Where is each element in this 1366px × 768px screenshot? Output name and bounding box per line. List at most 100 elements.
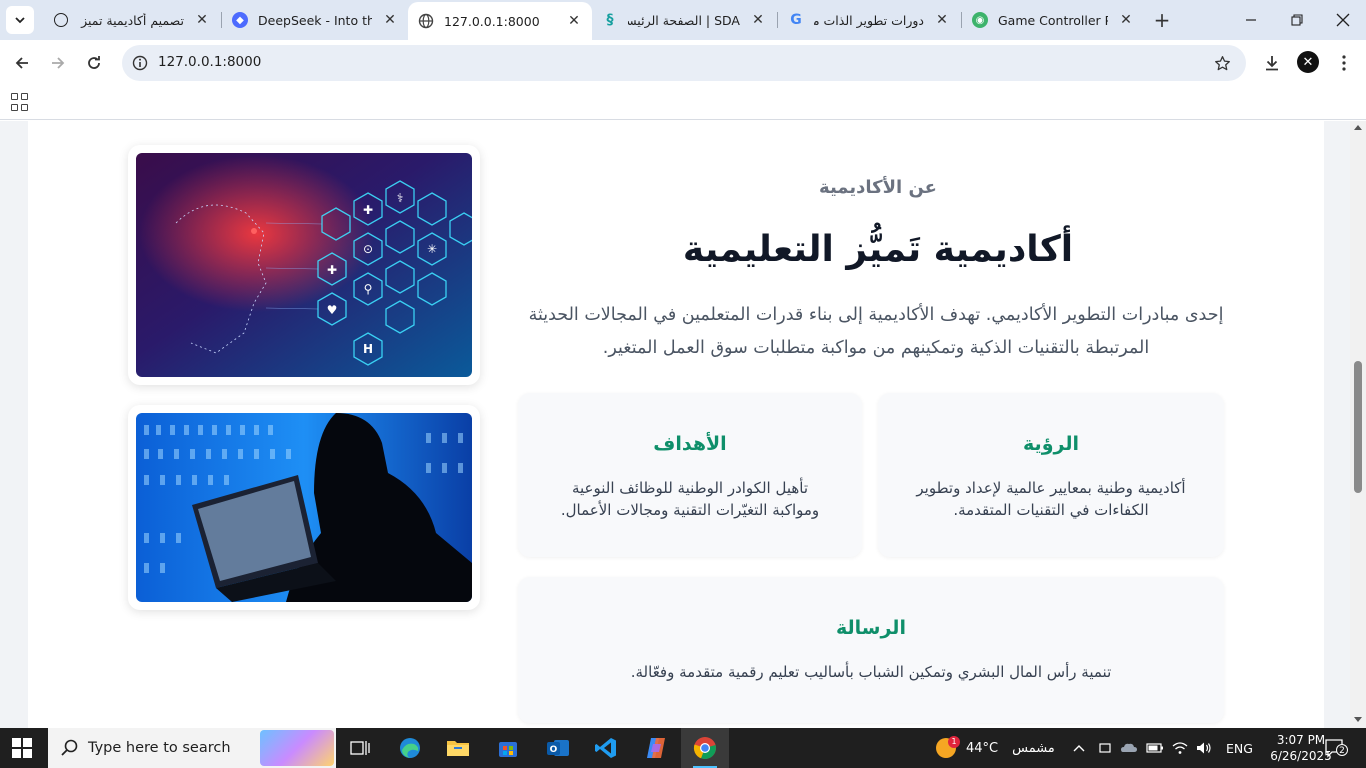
tab-strip: تصميم أكاديمية تميز ✕ ◆ DeepSeek - Into … (0, 0, 1366, 40)
language-indicator[interactable]: ENG (1226, 741, 1253, 756)
menu-button[interactable] (1330, 49, 1358, 77)
vertical-scrollbar[interactable] (1350, 121, 1366, 728)
tray-icons[interactable]: ENG (1098, 728, 1253, 768)
meet-now-icon (1099, 743, 1111, 753)
onedrive-icon (1121, 743, 1137, 752)
tab-tamayoz-design[interactable]: تصميم أكاديمية تميز ✕ (44, 0, 220, 40)
address-bar[interactable]: 127.0.0.1:8000 (122, 45, 1246, 81)
clock-time: 3:07 PM (1276, 733, 1326, 747)
arrow-left-icon (15, 57, 28, 69)
taskbar-edge[interactable] (386, 728, 434, 768)
svg-text:⚲: ⚲ (364, 282, 373, 296)
svg-text:✚: ✚ (327, 263, 337, 277)
close-icon[interactable]: ✕ (1118, 12, 1134, 28)
taskbar-store[interactable] (484, 728, 532, 768)
pngtree-icon: ◉ (972, 12, 988, 28)
notification-count: 2 (1336, 744, 1348, 756)
goals-title: الأهداف (653, 433, 727, 455)
copilot-icon (647, 738, 665, 758)
arrow-right-icon (52, 57, 65, 69)
chevron-up-icon (1073, 745, 1085, 752)
wifi-icon (1172, 742, 1188, 754)
close-icon[interactable]: ✕ (194, 12, 210, 28)
volume-icon (1197, 742, 1211, 754)
scroll-down-arrow-icon[interactable] (1354, 717, 1362, 722)
show-hidden-icons[interactable] (1072, 728, 1086, 768)
taskbar-file-explorer[interactable] (434, 728, 482, 768)
deepseek-icon: ◆ (232, 12, 248, 28)
apps-grid-icon[interactable] (11, 93, 29, 111)
image-card-hacker (128, 405, 480, 610)
new-tab-button[interactable]: + (1150, 8, 1174, 32)
tab-search-button[interactable] (6, 6, 34, 34)
mission-text: تنمية رأس المال البشري وتمكين الشباب بأس… (630, 663, 1112, 681)
url-text[interactable]: 127.0.0.1:8000 (158, 54, 261, 70)
close-icon[interactable]: ✕ (566, 13, 582, 29)
tab-localhost[interactable]: 127.0.0.1:8000 ✕ (408, 2, 592, 40)
tab-sda[interactable]: § SDA | الصفحة الرئيسية ✕ (592, 0, 776, 40)
task-view-button[interactable] (336, 728, 384, 768)
close-window-button[interactable] (1320, 0, 1366, 40)
forward-button[interactable] (44, 49, 72, 77)
tab-deepseek[interactable]: ◆ DeepSeek - Into the Unknown ✕ (222, 0, 408, 40)
taskbar-vscode[interactable] (582, 728, 630, 768)
globe-icon (418, 13, 434, 29)
windows-start-icon[interactable] (12, 738, 32, 758)
vision-title: الرؤية (1023, 433, 1079, 455)
close-icon (1336, 13, 1350, 27)
close-icon[interactable]: ✕ (382, 12, 398, 28)
outlook-icon: O (547, 740, 569, 756)
page-title: أكاديمية تَميُّز التعليمية (682, 229, 1074, 270)
taskbar-copilot[interactable] (632, 728, 680, 768)
search-highlight-image[interactable] (260, 730, 334, 766)
reload-icon (88, 56, 100, 69)
back-button[interactable] (8, 49, 36, 77)
svg-text:♥: ♥ (327, 303, 338, 317)
scroll-up-arrow-icon[interactable] (1354, 125, 1362, 130)
chevron-down-icon (15, 17, 25, 24)
taskbar-clock[interactable]: 3:07 PM 6/26/2025 (1270, 732, 1332, 764)
close-icon[interactable]: ✕ (934, 12, 950, 28)
reload-button[interactable] (80, 49, 108, 77)
search-placeholder: Type here to search (88, 740, 231, 756)
section-eyebrow: عن الأكاديمية (819, 177, 937, 198)
svg-text:H: H (363, 342, 373, 356)
chrome-icon (693, 737, 716, 760)
vscode-icon (595, 738, 616, 758)
downloads-button[interactable] (1258, 49, 1286, 77)
taskbar-chrome[interactable] (681, 728, 729, 768)
notification-center-button[interactable]: 2 (1324, 738, 1348, 758)
vision-text: أكاديمية وطنية بمعايير عالمية لإعداد وتط… (916, 479, 1186, 519)
site-info-icon[interactable] (130, 53, 150, 73)
bookmark-star-icon[interactable] (1212, 53, 1232, 73)
weather-badge: 1 (948, 736, 960, 748)
kebab-menu-icon (1342, 55, 1346, 71)
tab-google-courses[interactable]: G دورات تطوير الذات مجانية ✕ (778, 0, 960, 40)
clock-date: 6/26/2025 (1270, 749, 1332, 763)
goals-text: تأهيل الكوادر الوطنية للوظائف النوعية وم… (560, 479, 820, 519)
minimize-button[interactable] (1228, 0, 1274, 40)
weather-widget[interactable]: 1 44°C مشمس (936, 728, 1055, 768)
bookmarks-bar (0, 86, 1366, 120)
mission-title: الرسالة (836, 617, 906, 639)
taskbar-search-box[interactable]: Type here to search (48, 728, 336, 768)
image-card-ai: ⚕ ✚ ⊙ ✚ ⚲ ♥ H ✳ (128, 145, 480, 385)
ai-healthcare-image: ⚕ ✚ ⊙ ✚ ⚲ ♥ H ✳ (136, 153, 472, 377)
store-icon (499, 742, 517, 757)
minimize-icon (1246, 19, 1256, 21)
edge-icon (400, 738, 420, 758)
battery-icon (1146, 743, 1163, 753)
svg-text:✚: ✚ (363, 203, 373, 217)
scroll-thumb[interactable] (1354, 361, 1362, 493)
vision-card: الرؤية أكاديمية وطنية بمعايير عالمية لإع… (878, 393, 1224, 557)
weather-temp: 44°C (966, 740, 999, 756)
close-icon[interactable]: ✕ (750, 12, 766, 28)
google-icon: G (790, 12, 802, 28)
tab-game-controller[interactable]: ◉ Game Controller PNG ✕ (962, 0, 1144, 40)
browser-toolbar: 127.0.0.1:8000 (0, 40, 1366, 86)
sda-icon: § (606, 12, 614, 28)
restore-icon (1291, 14, 1303, 26)
taskbar-outlook[interactable]: O (534, 728, 582, 768)
restore-button[interactable] (1274, 0, 1320, 40)
profile-avatar[interactable]: ✕ (1297, 51, 1319, 73)
